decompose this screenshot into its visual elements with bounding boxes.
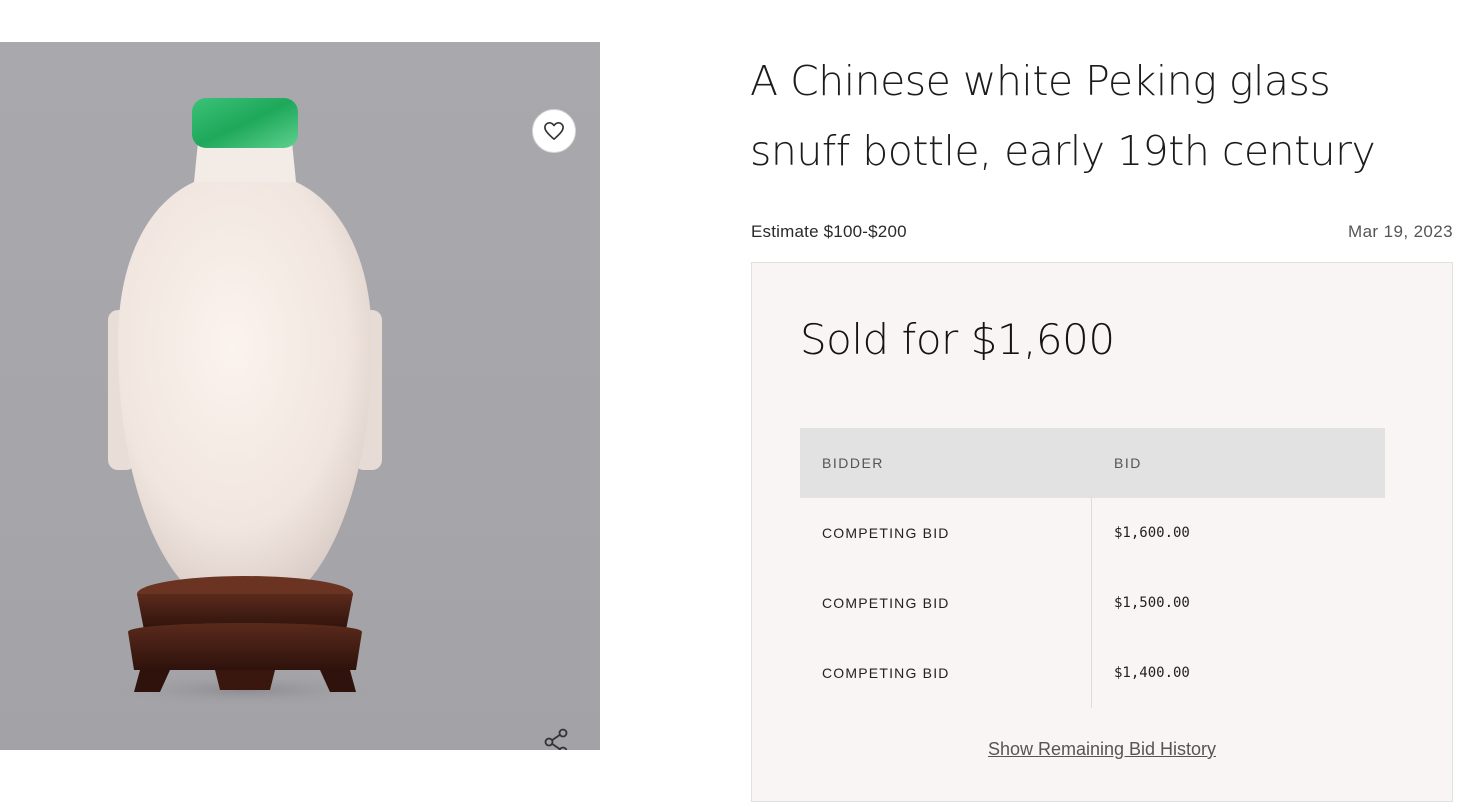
snuff-bottle-photo [95, 98, 395, 708]
bidder-cell: COMPETING BID [800, 638, 1092, 708]
lot-image[interactable] [0, 42, 600, 750]
result-panel: Sold for $1,600 BIDDER BID COMPETING BID… [751, 262, 1453, 802]
bid-history-table: BIDDER BID COMPETING BID $1,600.00 COMPE… [800, 428, 1385, 708]
bid-amount-cell: $1,600.00 [1114, 525, 1190, 541]
sale-date: Mar 19, 2023 [1348, 222, 1453, 241]
bid-amount-cell: $1,400.00 [1114, 665, 1190, 681]
bidder-cell: COMPETING BID [800, 498, 1092, 568]
heart-icon [544, 122, 564, 140]
favorite-button[interactable] [532, 109, 576, 153]
table-row: COMPETING BID $1,500.00 [800, 568, 1385, 638]
share-button[interactable] [540, 726, 572, 750]
bidder-cell: COMPETING BID [800, 568, 1092, 638]
share-icon [544, 728, 568, 750]
estimate-text: Estimate $100-$200 [751, 222, 907, 241]
show-bid-history-link[interactable]: Show Remaining Bid History [752, 739, 1452, 760]
table-header: BIDDER BID [800, 428, 1385, 498]
bid-amount-cell: $1,500.00 [1114, 595, 1190, 611]
bid-column-header: BID [1114, 455, 1142, 471]
table-row: COMPETING BID $1,600.00 [800, 498, 1385, 568]
lot-title: A Chinese white Peking glass snuff bottl… [750, 57, 1376, 175]
bidder-column-header: BIDDER [822, 455, 884, 471]
table-row: COMPETING BID $1,400.00 [800, 638, 1385, 708]
sold-price: Sold for $1,600 [800, 315, 1115, 364]
